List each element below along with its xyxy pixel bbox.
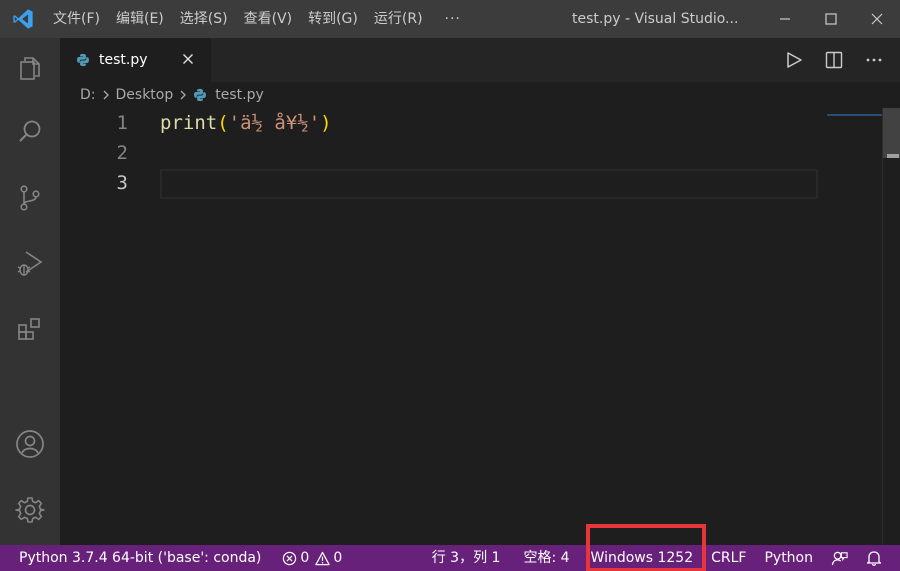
run-debug-icon bbox=[17, 251, 43, 276]
encoding-selector[interactable]: Windows 1252 bbox=[582, 545, 703, 571]
search-icon bbox=[19, 120, 41, 142]
maximize-button[interactable] bbox=[808, 0, 854, 38]
activity-bar bbox=[0, 38, 60, 545]
minimap-viewport[interactable] bbox=[827, 114, 882, 116]
code-editor[interactable]: 1 2 3 print('ä½ å¥½') bbox=[60, 108, 900, 545]
eol-selector[interactable]: CRLF bbox=[702, 545, 755, 571]
window-title: test.py - Visual Studio... bbox=[572, 11, 739, 27]
code-open-paren: ( bbox=[217, 112, 229, 134]
menu-more-button[interactable]: ··· bbox=[431, 11, 471, 27]
status-bar-right: 行 3，列 1 空格: 4 Windows 1252 CRLF Python bbox=[423, 545, 900, 571]
menu-bar: 文件(F) 编辑(E) 选择(S) 查看(V) 转到(G) 运行(R) ··· bbox=[45, 0, 471, 38]
code-line-1: print('ä½ å¥½') bbox=[160, 112, 332, 134]
chevron-right-icon bbox=[101, 89, 111, 101]
search-button[interactable] bbox=[0, 107, 60, 157]
code-function-name: print bbox=[160, 112, 218, 134]
vscode-logo-icon bbox=[0, 0, 45, 38]
tab-test-py[interactable]: test.py bbox=[60, 38, 211, 82]
more-actions-button[interactable] bbox=[860, 46, 888, 74]
menu-file[interactable]: 文件(F) bbox=[45, 0, 108, 38]
split-editor-button[interactable] bbox=[820, 46, 848, 74]
problems-indicator[interactable]: 0 0 bbox=[270, 545, 351, 571]
close-icon bbox=[183, 54, 193, 64]
menu-edit[interactable]: 编辑(E) bbox=[108, 0, 172, 38]
minimize-button[interactable] bbox=[762, 0, 808, 38]
menu-selection[interactable]: 选择(S) bbox=[172, 0, 236, 38]
tab-label: test.py bbox=[99, 52, 148, 68]
run-icon bbox=[787, 52, 802, 68]
language-mode-selector[interactable]: Python bbox=[755, 545, 822, 571]
python-file-icon bbox=[193, 87, 209, 103]
files-icon bbox=[20, 57, 40, 80]
feedback-icon bbox=[831, 551, 848, 565]
feedback-button[interactable] bbox=[822, 545, 857, 571]
current-line-highlight bbox=[160, 169, 818, 199]
source-control-icon bbox=[20, 185, 40, 211]
minimize-icon bbox=[780, 18, 790, 20]
close-icon bbox=[871, 13, 883, 25]
warning-count: 0 bbox=[333, 550, 343, 566]
vertical-scrollbar[interactable] bbox=[882, 108, 900, 545]
indentation-selector[interactable]: 空格: 4 bbox=[514, 545, 581, 571]
settings-button[interactable] bbox=[0, 485, 60, 535]
cursor-position[interactable]: 行 3，列 1 bbox=[423, 545, 515, 571]
maximize-icon bbox=[825, 13, 837, 25]
warning-icon bbox=[315, 551, 330, 566]
python-file-icon bbox=[76, 52, 92, 68]
error-count: 0 bbox=[300, 550, 310, 566]
editor-tab-bar: test.py bbox=[60, 38, 900, 82]
editor-actions bbox=[780, 38, 888, 82]
menu-run[interactable]: 运行(R) bbox=[366, 0, 431, 38]
code-close-paren: ) bbox=[320, 112, 332, 134]
extensions-button[interactable] bbox=[0, 304, 60, 354]
error-icon bbox=[282, 551, 297, 566]
breadcrumb-folder[interactable]: Desktop bbox=[116, 87, 174, 103]
more-icon bbox=[866, 58, 882, 62]
breadcrumb: D: Desktop test.py bbox=[60, 82, 900, 108]
breadcrumb-file[interactable]: test.py bbox=[215, 87, 264, 103]
line-number: 1 bbox=[116, 112, 128, 134]
tab-close-button[interactable] bbox=[179, 50, 197, 68]
line-number: 3 bbox=[116, 172, 128, 194]
menu-go[interactable]: 转到(G) bbox=[300, 0, 366, 38]
source-control-button[interactable] bbox=[0, 173, 60, 223]
window-controls bbox=[762, 0, 900, 38]
run-python-file-button[interactable] bbox=[780, 46, 808, 74]
account-icon bbox=[16, 430, 44, 458]
account-button[interactable] bbox=[0, 419, 60, 469]
status-bar: Python 3.7.4 64-bit ('base': conda) 0 0 … bbox=[0, 545, 900, 571]
split-editor-icon bbox=[825, 51, 843, 69]
breadcrumb-drive[interactable]: D: bbox=[80, 87, 96, 103]
notifications-button[interactable] bbox=[857, 545, 900, 571]
cursor-position-marker bbox=[887, 154, 899, 158]
chevron-right-icon bbox=[178, 89, 188, 101]
title-bar: 文件(F) 编辑(E) 选择(S) 查看(V) 转到(G) 运行(R) ··· … bbox=[0, 0, 900, 38]
menu-view[interactable]: 查看(V) bbox=[236, 0, 301, 38]
scrollbar-thumb[interactable] bbox=[883, 108, 900, 158]
settings-gear-icon bbox=[15, 497, 45, 523]
run-debug-button[interactable] bbox=[0, 238, 60, 288]
python-interpreter-selector[interactable]: Python 3.7.4 64-bit ('base': conda) bbox=[0, 545, 270, 571]
line-number: 2 bbox=[116, 142, 128, 164]
explorer-button[interactable] bbox=[0, 43, 60, 93]
bell-icon bbox=[866, 551, 882, 566]
code-string-literal: 'ä½ å¥½' bbox=[228, 112, 321, 134]
extensions-icon bbox=[18, 318, 40, 340]
close-window-button[interactable] bbox=[854, 0, 900, 38]
